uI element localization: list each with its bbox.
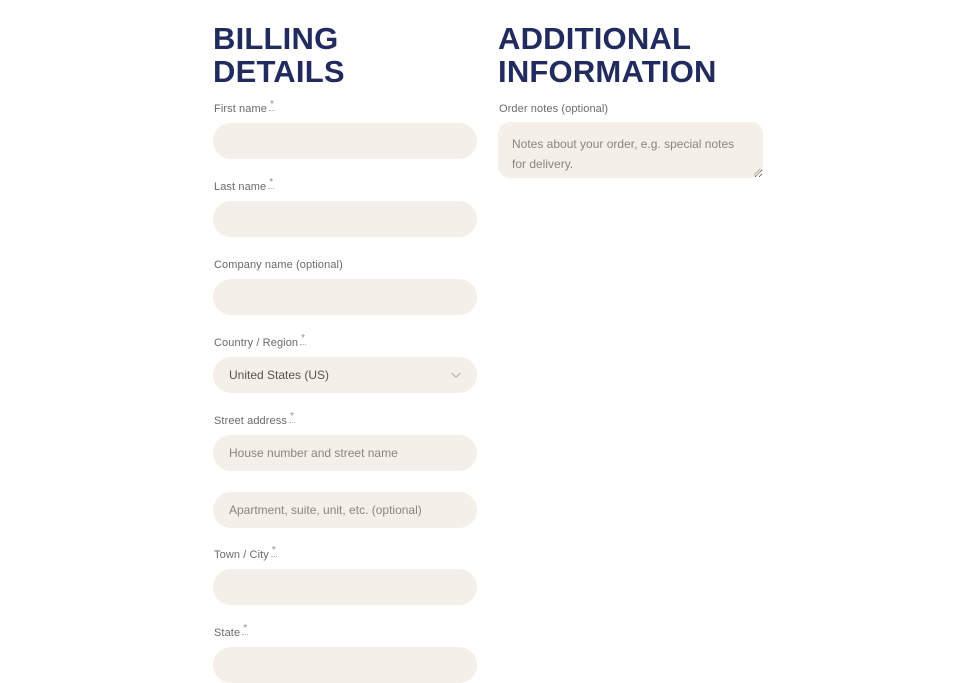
label-country-region: Country / Region * (214, 333, 477, 350)
company-name-input[interactable] (213, 279, 477, 315)
country-region-selected-value: United States (US) (229, 368, 330, 382)
label-order-notes-text: Order notes (optional) (499, 103, 609, 115)
field-order-notes: Order notes (optional) (498, 102, 763, 123)
label-company-name-text: Company name (optional) (214, 259, 343, 271)
billing-details-heading: Billing Details (213, 21, 345, 89)
required-asterisk: * (300, 333, 307, 346)
label-last-name-text: Last name (214, 181, 267, 193)
field-first-name: First name * (213, 99, 477, 159)
order-notes-wrapper (498, 122, 763, 178)
field-street-address: Street address * (213, 411, 477, 471)
label-company-name: Company name (optional) (214, 258, 477, 272)
label-first-name-text: First name (214, 103, 267, 115)
country-region-select[interactable]: United States (US) (213, 357, 477, 393)
label-country-region-text: Country / Region (214, 337, 299, 349)
label-town-city: Town / City * (214, 545, 477, 562)
checkout-form: Billing Details First name * Last name * C… (0, 0, 969, 683)
field-state: State * (213, 623, 477, 683)
first-name-input[interactable] (213, 123, 477, 159)
additional-information-heading: Additional Information (498, 21, 717, 89)
label-state: State * (214, 623, 477, 640)
label-street-address: Street address * (214, 411, 477, 428)
field-last-name: Last name * (213, 177, 477, 237)
required-asterisk: * (268, 177, 275, 190)
label-state-text: State (214, 627, 241, 639)
order-notes-textarea[interactable] (498, 122, 763, 178)
label-street-address-text: Street address (214, 415, 287, 427)
field-street-address-line2 (213, 492, 477, 528)
field-company-name: Company name (optional) (213, 258, 477, 315)
town-city-input[interactable] (213, 569, 477, 605)
label-first-name: First name * (214, 99, 477, 116)
field-town-city: Town / City * (213, 545, 477, 605)
country-region-select-wrapper: United States (US) (213, 357, 477, 393)
state-input[interactable] (213, 647, 477, 683)
label-last-name: Last name * (214, 177, 477, 194)
field-country-region: Country / Region * United States (US) (213, 333, 477, 393)
required-asterisk: * (242, 623, 249, 636)
street-address-line2-input[interactable] (213, 492, 477, 528)
label-town-city-text: Town / City (214, 549, 269, 561)
required-asterisk: * (268, 99, 275, 112)
required-asterisk: * (288, 411, 295, 424)
required-asterisk: * (270, 545, 277, 558)
last-name-input[interactable] (213, 201, 477, 237)
label-order-notes: Order notes (optional) (499, 102, 763, 116)
street-address-line1-input[interactable] (213, 435, 477, 471)
